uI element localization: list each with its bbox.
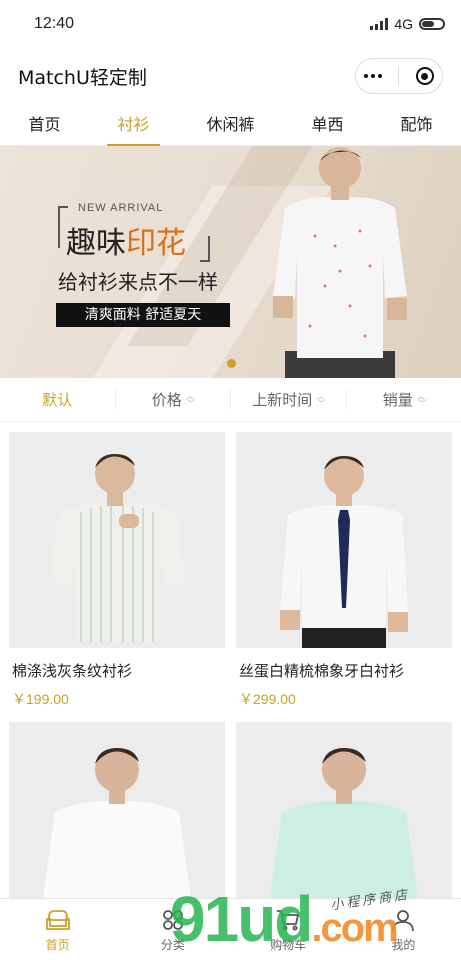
- sort-arrows-icon: ︿ ﹀: [416, 391, 425, 408]
- capsule-menu: [355, 58, 443, 94]
- signal-icon: [370, 18, 389, 30]
- sort-arrows-icon: ︿ ﹀: [185, 391, 194, 408]
- sort-bar: 默认 价格 ︿ ﹀ 上新时间 ︿ ﹀ 销量 ︿ ﹀: [0, 378, 461, 422]
- product-grid: 棉涤浅灰条纹衬衫 ￥199.00 丝蛋白精梳棉象牙白衬衫 ￥299.00: [0, 422, 461, 898]
- product-image: [236, 432, 452, 648]
- banner-tag: 清爽面料 舒适夏天: [56, 303, 230, 327]
- tab-shirts[interactable]: 衬衫: [107, 104, 160, 147]
- user-icon: [392, 909, 415, 931]
- more-icon[interactable]: [364, 74, 383, 78]
- product-card[interactable]: [236, 722, 452, 898]
- product-image: [9, 432, 225, 648]
- category-tabs: 首页 衬衫 休闲裤 单西 配饰: [0, 104, 461, 147]
- tabbar-home[interactable]: 首页: [0, 899, 115, 960]
- app-title: MatchU轻定制: [18, 66, 147, 89]
- sort-newest[interactable]: 上新时间 ︿ ﹀: [231, 389, 347, 410]
- close-miniprogram-icon[interactable]: [415, 67, 434, 85]
- tabbar-category[interactable]: 分类: [115, 899, 230, 960]
- model-shirt-image: [43, 748, 191, 898]
- nav-bar: MatchU轻定制: [0, 48, 461, 104]
- sort-price[interactable]: 价格 ︿ ﹀: [116, 389, 231, 410]
- status-time: 12:40: [34, 15, 75, 32]
- carousel-indicator[interactable]: [227, 359, 236, 368]
- status-icons: 4G: [370, 16, 445, 32]
- tab-blazers[interactable]: 单西: [301, 104, 353, 146]
- banner-subtitle: 给衬衫来点不一样: [58, 270, 218, 294]
- product-name: 棉涤浅灰条纹衬衫: [12, 662, 133, 680]
- tab-home[interactable]: 首页: [18, 104, 70, 146]
- tab-casual-pants[interactable]: 休闲裤: [196, 104, 264, 146]
- battery-icon: [419, 18, 445, 30]
- product-card[interactable]: [9, 722, 225, 898]
- grid-icon: [162, 909, 183, 930]
- sofa-icon: [45, 909, 70, 930]
- banner-eyebrow: NEW ARRIVAL: [78, 202, 164, 214]
- product-price: ￥299.00: [239, 691, 296, 707]
- model-shirt-image: [49, 454, 185, 642]
- status-bar: 12:40 4G: [0, 0, 461, 48]
- cart-icon: [277, 909, 300, 930]
- bottom-tab-bar: 首页 分类 购物车 我的: [0, 898, 461, 960]
- product-image: [236, 722, 452, 898]
- network-label: 4G: [394, 16, 413, 32]
- sort-default[interactable]: 默认: [0, 389, 116, 410]
- product-price: ￥199.00: [12, 691, 69, 707]
- model-shirt-image: [280, 456, 408, 648]
- product-name: 丝蛋白精梳棉象牙白衬衫: [239, 662, 405, 680]
- tab-accessories[interactable]: 配饰: [390, 104, 442, 146]
- tabbar-cart[interactable]: 购物车: [231, 899, 346, 960]
- promo-banner[interactable]: NEW ARRIVAL 趣味印花 给衬衫来点不一样 清爽面料 舒适夏天: [0, 146, 461, 378]
- product-card[interactable]: 棉涤浅灰条纹衬衫 ￥199.00: [9, 432, 225, 712]
- sort-arrows-icon: ︿ ﹀: [316, 391, 325, 408]
- banner-model-image: [273, 147, 407, 378]
- product-image: [9, 722, 225, 898]
- model-shirt-image: [270, 748, 418, 898]
- sort-sales[interactable]: 销量 ︿ ﹀: [347, 389, 461, 410]
- banner-headline: 趣味印花: [66, 226, 186, 261]
- product-card[interactable]: 丝蛋白精梳棉象牙白衬衫 ￥299.00: [236, 432, 452, 712]
